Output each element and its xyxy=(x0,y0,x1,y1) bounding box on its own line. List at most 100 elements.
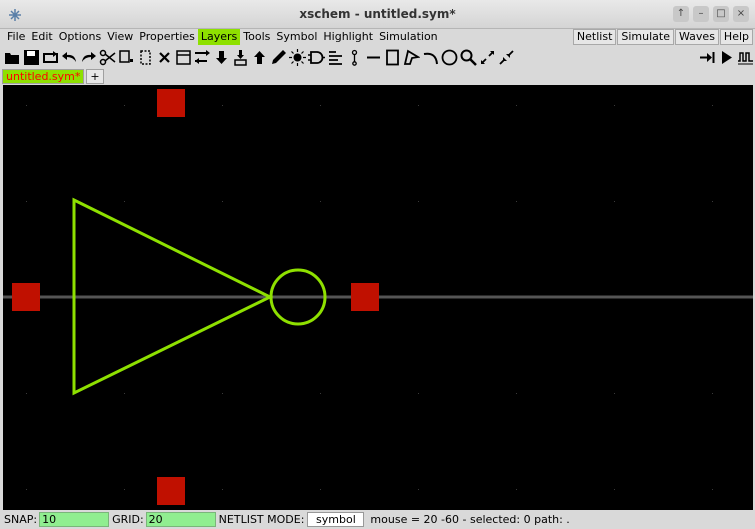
grid-dot xyxy=(418,105,419,106)
grid-dot xyxy=(418,393,419,394)
grid-label: GRID: xyxy=(112,513,144,526)
text-lines-icon[interactable] xyxy=(326,47,345,67)
add-tab-button[interactable]: + xyxy=(86,69,104,84)
simulate-icon[interactable] xyxy=(717,47,736,67)
grid-dot xyxy=(26,105,27,106)
grid-dot xyxy=(614,201,615,202)
waves-button[interactable]: Waves xyxy=(675,29,719,45)
pin-box-left[interactable] xyxy=(12,283,40,311)
grid-dot xyxy=(516,201,517,202)
menu-properties[interactable]: Properties xyxy=(136,29,198,45)
menu-tools[interactable]: Tools xyxy=(240,29,273,45)
window-up-button[interactable]: ↑ xyxy=(673,6,689,22)
cut-icon[interactable] xyxy=(98,47,117,67)
grid-dot xyxy=(516,393,517,394)
menu-highlight[interactable]: Highlight xyxy=(320,29,376,45)
open-icon[interactable] xyxy=(3,47,22,67)
tab-untitled-sym[interactable]: untitled.sym* xyxy=(2,69,85,84)
help-button[interactable]: Help xyxy=(719,29,753,45)
grid-dot xyxy=(320,489,321,490)
delete-icon[interactable] xyxy=(155,47,174,67)
window-close-button[interactable]: × xyxy=(733,6,749,22)
menu-layers[interactable]: Layers xyxy=(197,29,241,45)
pin-box-right[interactable] xyxy=(351,283,379,311)
pin-icon[interactable] xyxy=(345,47,364,67)
snap-label: SNAP: xyxy=(4,513,38,526)
toolbar xyxy=(0,46,755,68)
grid-dot xyxy=(712,393,713,394)
grid-dot xyxy=(320,105,321,106)
grid-dot xyxy=(614,489,615,490)
menu-simulation[interactable]: Simulation xyxy=(376,29,441,45)
reload-icon[interactable] xyxy=(41,47,60,67)
drawing-area[interactable] xyxy=(3,85,753,510)
rect-icon[interactable] xyxy=(383,47,402,67)
paste-icon[interactable] xyxy=(136,47,155,67)
grid-dot xyxy=(320,201,321,202)
menu-view[interactable]: View xyxy=(104,29,136,45)
menu-edit[interactable]: Edit xyxy=(28,29,55,45)
grid-dot xyxy=(320,393,321,394)
grid-dot xyxy=(222,105,223,106)
grid-dot xyxy=(614,105,615,106)
grid-dot xyxy=(124,201,125,202)
grid-dot xyxy=(124,393,125,394)
grid-dot xyxy=(26,393,27,394)
redo-icon[interactable] xyxy=(79,47,98,67)
polygon-icon[interactable] xyxy=(402,47,421,67)
netlist-button[interactable]: Netlist xyxy=(572,29,617,45)
grid-input[interactable]: 20 xyxy=(145,512,216,527)
undo-icon[interactable] xyxy=(60,47,79,67)
pop-icon[interactable] xyxy=(250,47,269,67)
pin-box-top[interactable] xyxy=(157,89,185,117)
pen-icon[interactable] xyxy=(269,47,288,67)
grid-dot xyxy=(516,105,517,106)
window-minimize-button[interactable]: – xyxy=(693,6,709,22)
grid-dot xyxy=(26,489,27,490)
zoom-in-icon[interactable] xyxy=(478,47,497,67)
menu-file[interactable]: File xyxy=(4,29,28,45)
grid-dot xyxy=(418,201,419,202)
netlist-mode-label: NETLIST MODE: xyxy=(218,513,305,526)
tab-bar: untitled.sym* + xyxy=(0,68,755,85)
pin-box-bottom[interactable] xyxy=(157,477,185,505)
snap-input[interactable]: 10 xyxy=(39,512,110,527)
simulate-button[interactable]: Simulate xyxy=(617,29,674,45)
title-bar: xschem - untitled.sym* ↑ – □ × xyxy=(0,0,755,29)
netlist-mode-value[interactable]: symbol xyxy=(307,512,365,527)
select-all-icon[interactable] xyxy=(174,47,193,67)
grid-dot xyxy=(124,105,125,106)
menu-symbol[interactable]: Symbol xyxy=(273,29,320,45)
grid-dot xyxy=(516,489,517,490)
status-bar: SNAP: 10 GRID: 20 NETLIST MODE: symbol m… xyxy=(0,510,755,529)
window-maximize-button[interactable]: □ xyxy=(713,6,729,22)
grid-dot xyxy=(124,489,125,490)
menu-bar: File Edit Options View Properties Layers… xyxy=(0,29,755,45)
schematic-canvas[interactable] xyxy=(3,85,753,510)
zoom-out-icon[interactable] xyxy=(497,47,516,67)
grid-dot xyxy=(222,489,223,490)
window-title: xschem - untitled.sym* xyxy=(299,7,456,21)
descend-icon[interactable] xyxy=(231,47,250,67)
circle-icon[interactable] xyxy=(440,47,459,67)
lamp-icon[interactable] xyxy=(288,47,307,67)
menu-options[interactable]: Options xyxy=(56,29,104,45)
line-icon[interactable] xyxy=(364,47,383,67)
waves-icon[interactable] xyxy=(736,47,755,67)
grid-dot xyxy=(222,201,223,202)
grid-dot xyxy=(712,489,713,490)
netlist-icon[interactable] xyxy=(698,47,717,67)
status-info: mouse = 20 -60 - selected: 0 path: . xyxy=(370,513,570,526)
search-icon[interactable] xyxy=(459,47,478,67)
xschem-window: xschem - untitled.sym* ↑ – □ × File Edit… xyxy=(0,0,755,529)
grid-dot xyxy=(26,201,27,202)
push-icon[interactable] xyxy=(212,47,231,67)
grid-dot xyxy=(712,105,713,106)
grid-dot xyxy=(222,393,223,394)
save-icon[interactable] xyxy=(22,47,41,67)
grid-dot xyxy=(614,393,615,394)
move-icon[interactable] xyxy=(193,47,212,67)
copy-icon[interactable] xyxy=(117,47,136,67)
arc-icon[interactable] xyxy=(421,47,440,67)
gate-icon[interactable] xyxy=(307,47,326,67)
